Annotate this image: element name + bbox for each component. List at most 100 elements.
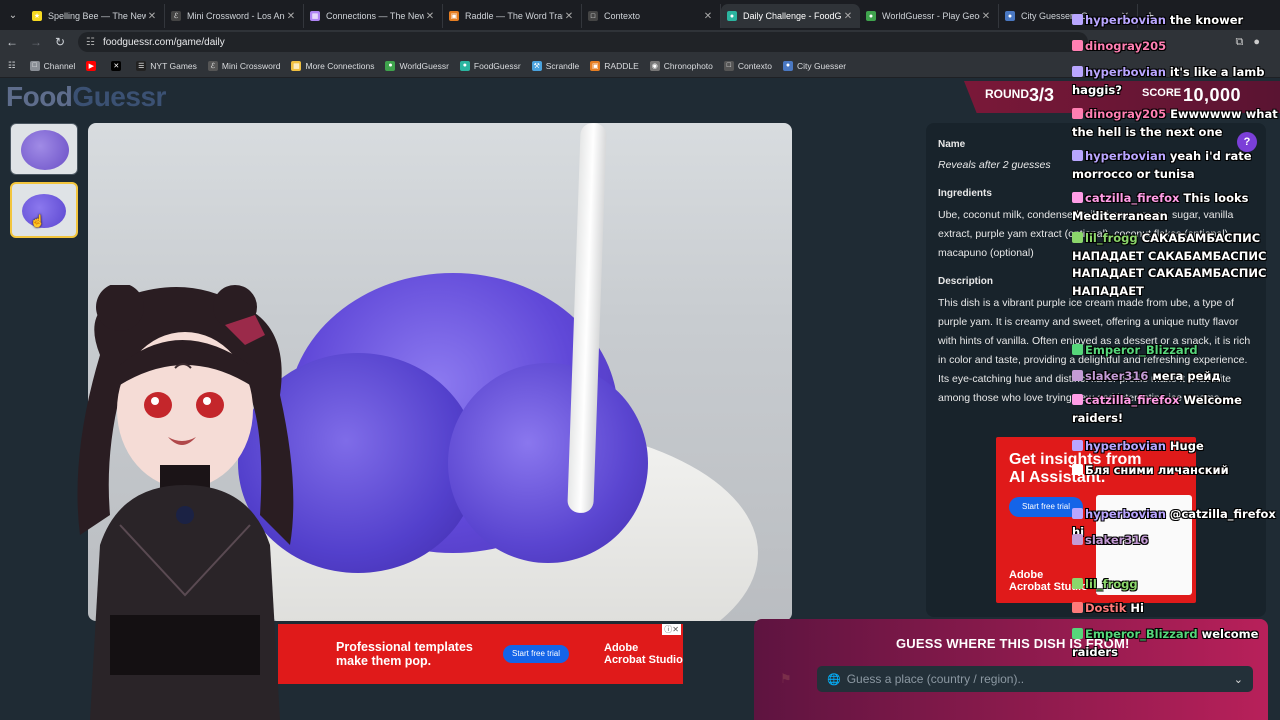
round-label: ROUND bbox=[985, 87, 1029, 101]
bookmark-item[interactable]: □ Channel bbox=[29, 60, 75, 71]
chevron-down-icon[interactable]: ⌄ bbox=[1234, 673, 1243, 686]
bookmark-item[interactable]: □ Contexto bbox=[723, 60, 772, 71]
chat-message: slaker316 bbox=[1072, 532, 1278, 550]
browser-tab[interactable]: ★ Spelling Bee — The New ✕ bbox=[26, 4, 165, 28]
ad-trial-button[interactable]: Start free trial bbox=[503, 645, 569, 663]
ingredients-label: Ingredients bbox=[938, 188, 992, 199]
tabs: ★ Spelling Bee — The New ✕ ℰ Mini Crossword … bbox=[26, 2, 1138, 28]
tab-close-icon[interactable]: ✕ bbox=[285, 11, 297, 22]
chat-message: slaker316 мега рейд bbox=[1072, 368, 1278, 386]
browser-tab[interactable]: ● WorldGuessr - Play Geog ✕ bbox=[860, 4, 999, 28]
tab-close-icon[interactable]: ✕ bbox=[842, 11, 854, 22]
bookmark-item[interactable]: ▶ bbox=[86, 60, 100, 71]
url-text: foodguessr.com/game/daily bbox=[102, 36, 225, 48]
tab-title: Connections — The New bbox=[326, 11, 424, 21]
chat-text: the knower bbox=[1169, 13, 1244, 27]
tab-favicon-icon: □ bbox=[588, 11, 598, 21]
tab-close-icon[interactable]: ✕ bbox=[702, 11, 714, 22]
chat-username: dinogray205 bbox=[1085, 107, 1167, 121]
forward-icon[interactable]: → bbox=[24, 35, 48, 49]
chat-username: lil_frogg bbox=[1085, 577, 1138, 591]
chat-username: Dostik bbox=[1085, 601, 1127, 615]
bookmark-item[interactable]: ⚒ Scrandle bbox=[531, 60, 580, 71]
chat-username: catzilla_firefox bbox=[1085, 393, 1180, 407]
chat-username: catzilla_firefox bbox=[1085, 191, 1180, 205]
tab-search-icon[interactable]: ⌄ bbox=[0, 0, 26, 30]
browser-tab[interactable]: ▦ Connections — The New ✕ bbox=[304, 4, 443, 28]
bookmark-item[interactable]: ▣ RADDLE bbox=[590, 60, 639, 71]
foodguessr-logo[interactable]: FoodGuessr bbox=[6, 81, 166, 113]
chat-message: catzilla_firefox Welcome raiders! bbox=[1072, 392, 1278, 427]
tab-title: Daily Challenge - FoodGu bbox=[743, 11, 842, 21]
cursor-icon: ☝ bbox=[30, 214, 45, 228]
tab-close-icon[interactable]: ✕ bbox=[146, 11, 158, 22]
photo-thumbnail-1[interactable] bbox=[10, 123, 78, 175]
chat-text: Бля сними личанский bbox=[1085, 463, 1229, 477]
tab-close-icon[interactable]: ✕ bbox=[424, 11, 436, 22]
reload-icon[interactable]: ↻ bbox=[48, 35, 72, 49]
globe-icon: ● bbox=[385, 60, 396, 71]
tab-title: WorldGuessr - Play Geog bbox=[882, 11, 980, 21]
apps-icon[interactable]: ☷ bbox=[8, 60, 16, 71]
globe-icon: ● bbox=[782, 60, 793, 71]
chat-username: hyperbovian bbox=[1085, 149, 1166, 163]
chat-username: slaker316 bbox=[1085, 533, 1149, 547]
chat-message: Бля сними личанский bbox=[1072, 462, 1278, 480]
chat-badge-icon bbox=[1072, 534, 1083, 545]
description-label: Description bbox=[938, 276, 994, 287]
raddle-icon: ▣ bbox=[590, 60, 601, 71]
bookmark-item[interactable]: ◉ Chronophoto bbox=[649, 60, 713, 71]
tab-favicon-icon: ● bbox=[1005, 11, 1015, 21]
bookmark-item[interactable]: ● WorldGuessr bbox=[385, 60, 449, 71]
tab-favicon-icon: ● bbox=[727, 11, 737, 21]
chat-badge-icon bbox=[1072, 602, 1083, 613]
site-info-icon[interactable]: ☷ bbox=[86, 37, 95, 48]
tab-close-icon[interactable]: ✕ bbox=[563, 11, 575, 22]
bookmark-item[interactable]: ● City Guesser bbox=[782, 60, 846, 71]
tab-favicon-icon: ℰ bbox=[171, 11, 181, 21]
chat-username: hyperbovian bbox=[1085, 507, 1166, 521]
guess-placeholder: Guess a place (country / region).. bbox=[846, 672, 1025, 686]
flag-icon: ⚑ bbox=[780, 671, 792, 686]
bookmark-item[interactable]: ▦ More Connections bbox=[291, 60, 375, 71]
chat-badge-icon bbox=[1072, 394, 1083, 405]
ad-heading: Professional templates make them pop. bbox=[336, 640, 473, 668]
scrandle-icon: ⚒ bbox=[531, 60, 542, 71]
guess-location-select[interactable]: 🌐 Guess a place (country / region).. ⌄ bbox=[817, 666, 1253, 692]
back-icon[interactable]: ← bbox=[0, 35, 24, 49]
browser-tab[interactable]: ▣ Raddle — The Word Trans ✕ bbox=[443, 4, 582, 28]
grid-icon: ▦ bbox=[291, 60, 302, 71]
bookmark-label: RADDLE bbox=[604, 60, 639, 71]
chat-username: dinogray205 bbox=[1085, 39, 1167, 53]
bookmark-label: Scrandle bbox=[545, 60, 580, 71]
url-field[interactable]: ☷ foodguessr.com/game/daily bbox=[78, 32, 1088, 52]
chat-badge-icon bbox=[1072, 464, 1083, 475]
bookmark-item[interactable]: ℰ Mini Crossword bbox=[207, 60, 280, 71]
ad-banner-bottom[interactable]: Professional templates make them pop. St… bbox=[278, 624, 683, 684]
tab-close-icon[interactable]: ✕ bbox=[980, 11, 992, 22]
bookmark-item[interactable]: ● FoodGuessr bbox=[459, 60, 521, 71]
chat-badge-icon bbox=[1072, 508, 1083, 519]
chat-badge-icon bbox=[1072, 232, 1083, 243]
bookmark-item[interactable]: ✕ bbox=[111, 60, 125, 71]
chat-username: Emperor_Blizzard bbox=[1085, 343, 1198, 357]
thumbnail-image bbox=[21, 130, 69, 170]
ad-close-icon[interactable]: ⓘ✕ bbox=[662, 624, 681, 635]
tab-title: Contexto bbox=[604, 11, 641, 21]
chat-message: hyperbovian it's like a lamb haggis? bbox=[1072, 64, 1278, 99]
streamer-avatar bbox=[77, 285, 294, 720]
chat-message: hyperbovian yeah i'd rate morrocco or tun… bbox=[1072, 148, 1278, 183]
browser-tab[interactable]: ● Daily Challenge - FoodGu ✕ bbox=[721, 4, 860, 28]
browser-tab[interactable]: ℰ Mini Crossword - Los Ang ✕ bbox=[165, 4, 304, 28]
chat-badge-icon bbox=[1072, 578, 1083, 589]
chat-badge-icon bbox=[1072, 66, 1083, 77]
bookmark-label: More Connections bbox=[305, 60, 375, 71]
chat-badge-icon bbox=[1072, 14, 1083, 25]
chat-badge-icon bbox=[1072, 344, 1083, 355]
chat-message: dinogray205 Ewwwwww what the hell is the … bbox=[1072, 106, 1278, 141]
browser-tab[interactable]: □ Contexto ✕ bbox=[582, 4, 721, 28]
round-value: 3/3 bbox=[1029, 85, 1055, 105]
bookmark-item[interactable]: ☰ NYT Games bbox=[136, 60, 197, 71]
photo-thumbnail-2[interactable]: ☝ bbox=[10, 182, 78, 238]
chat-message: Dostik Hi bbox=[1072, 600, 1278, 618]
